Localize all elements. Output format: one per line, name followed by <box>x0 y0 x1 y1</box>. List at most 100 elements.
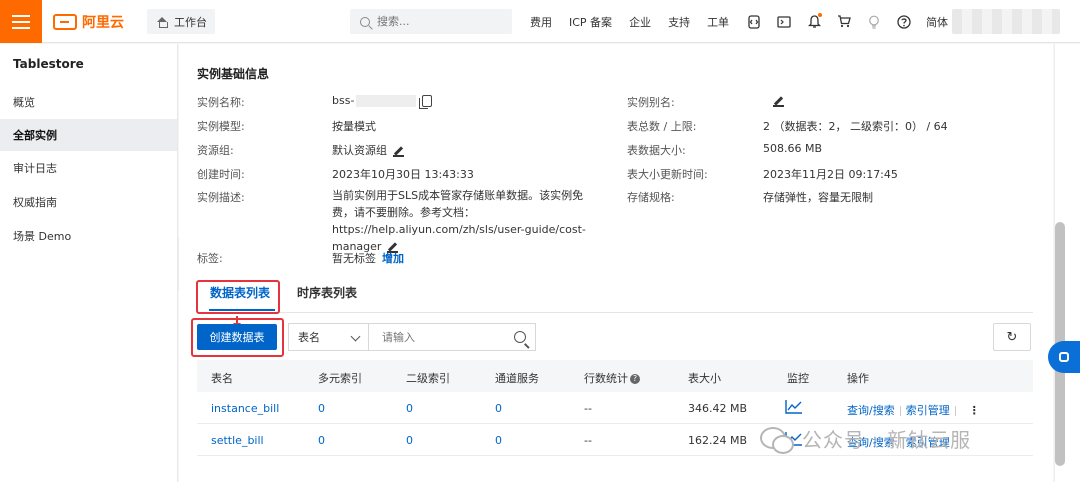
lightbulb-icon[interactable] <box>866 14 882 30</box>
column-header: 操作 <box>847 372 869 385</box>
filter-search[interactable] <box>368 323 536 351</box>
watermark-text: 公众号 · 新钛云服 <box>802 428 972 452</box>
tags-label: 标签: <box>197 252 223 265</box>
row-actions: 查询/搜索 索引管理 ⋮ <box>847 402 980 418</box>
assistant-icon <box>1059 352 1069 362</box>
tags-value: 暂无标签 增加 <box>332 250 404 266</box>
search-index-count[interactable]: 0 <box>318 434 325 447</box>
refresh-button[interactable]: ↻ <box>993 323 1031 351</box>
table-name-link[interactable]: instance_bill <box>211 402 279 415</box>
wechat-icon <box>760 425 794 454</box>
sidebar-item-demo[interactable]: 场景 Demo <box>0 220 177 252</box>
global-search[interactable] <box>350 9 512 34</box>
notification-dot <box>818 12 823 17</box>
highlight-box-tab <box>196 280 280 314</box>
query-search-link[interactable]: 查询/搜索 <box>847 404 895 417</box>
search-index-count[interactable]: 0 <box>318 402 325 415</box>
description-value: 当前实例用于SLS成本管家存储账单数据。该实例免费，请不要删除。参考文档：htt… <box>332 187 602 255</box>
sidebar-item-label: 全部实例 <box>13 129 57 142</box>
instance-name-text: bss- <box>332 94 355 107</box>
nav-ticket[interactable]: 工单 <box>707 14 729 30</box>
table-row: instance_bill 0 0 0 -- 346.42 MB 查询/搜索 索引… <box>197 392 1033 424</box>
nav-support[interactable]: 支持 <box>668 14 690 30</box>
sidebar: Tablestore 概览 全部实例 审计日志 权威指南 场景 Demo <box>0 44 178 482</box>
tags-empty-text: 暂无标签 <box>332 252 376 265</box>
logo-icon <box>53 14 77 30</box>
search-icon[interactable] <box>514 331 526 343</box>
redacted-text <box>356 95 417 107</box>
terminal-icon[interactable] <box>776 14 792 30</box>
sidebar-item-label: 概览 <box>13 96 35 109</box>
highlight-box-create <box>191 318 284 357</box>
floating-assistant-button[interactable] <box>1048 341 1080 373</box>
table-size: 346.42 MB <box>688 402 748 415</box>
created-time-label: 创建时间: <box>197 168 245 181</box>
sidebar-item-audit-log[interactable]: 审计日志 <box>0 152 177 184</box>
bell-icon[interactable] <box>806 12 823 30</box>
search-input[interactable] <box>377 15 497 28</box>
row-count: -- <box>584 402 592 415</box>
workbench-button[interactable]: 工作台 <box>147 9 215 34</box>
language-switch[interactable]: 简体 <box>926 14 948 30</box>
description-text: 当前实例用于SLS成本管家存储账单数据。该实例免费，请不要删除。参考文档：htt… <box>332 189 586 253</box>
secondary-index-count[interactable]: 0 <box>406 402 413 415</box>
action-separator <box>899 406 901 416</box>
sidebar-item-all-instances[interactable]: 全部实例 <box>0 119 177 151</box>
tabs-divider <box>197 312 1033 313</box>
data-size-value: 508.66 MB <box>763 142 823 155</box>
tab-timeseries-tables[interactable]: 时序表列表 <box>297 284 357 301</box>
filter-field-value: 表名 <box>298 331 320 344</box>
top-bar: 阿里云 工作台 费用 ICP 备案 企业 支持 工单 简体 <box>0 0 1080 43</box>
user-profile[interactable] <box>952 9 1060 34</box>
table-count-label: 表总数 / 上限: <box>627 120 697 133</box>
created-time-value: 2023年10月30日 13:43:33 <box>332 168 474 181</box>
storage-label: 存储规格: <box>627 191 675 204</box>
column-header-label: 行数统计 <box>584 372 628 385</box>
edit-icon[interactable] <box>393 146 404 157</box>
column-header: 多元索引 <box>318 372 362 385</box>
code-icon[interactable] <box>746 14 762 30</box>
menu-icon[interactable] <box>0 0 42 43</box>
column-header: 通道服务 <box>495 372 539 385</box>
table-size: 162.24 MB <box>688 434 748 447</box>
top-nav: 费用 ICP 备案 企业 支持 工单 简体 <box>530 0 965 43</box>
copy-icon[interactable] <box>419 95 433 109</box>
secondary-index-count[interactable]: 0 <box>406 434 413 447</box>
table-name-link[interactable]: settle_bill <box>211 434 264 447</box>
help-icon[interactable]: ? <box>630 374 640 384</box>
help-icon[interactable] <box>896 14 912 30</box>
sidebar-item-overview[interactable]: 概览 <box>0 86 177 118</box>
monitor-chart-icon[interactable] <box>785 399 803 414</box>
column-header: 表名 <box>211 372 233 385</box>
nav-billing[interactable]: 费用 <box>530 14 552 30</box>
aliyun-logo[interactable]: 阿里云 <box>53 12 124 32</box>
data-size-label: 表数据大小: <box>627 144 686 157</box>
instance-name-label: 实例名称: <box>197 96 245 109</box>
column-header: 监控 <box>787 372 809 385</box>
size-updated-label: 表大小更新时间: <box>627 168 708 181</box>
index-manage-link[interactable]: 索引管理 <box>906 404 950 417</box>
tunnel-count[interactable]: 0 <box>495 434 502 447</box>
column-header: 二级索引 <box>406 372 450 385</box>
sidebar-item-guide[interactable]: 权威指南 <box>0 186 177 218</box>
table-header: 表名 多元索引 二级索引 通道服务 行数统计? 表大小 监控 操作 <box>197 360 1033 392</box>
workbench-label: 工作台 <box>174 15 207 29</box>
nav-enterprise[interactable]: 企业 <box>629 14 651 30</box>
size-updated-value: 2023年11月2日 09:17:45 <box>763 168 898 181</box>
refresh-icon: ↻ <box>1006 329 1018 345</box>
filter-input[interactable] <box>382 330 502 344</box>
more-actions-icon[interactable]: ⋮ <box>969 404 980 417</box>
add-tag-link[interactable]: 增加 <box>382 252 404 265</box>
logo-text: 阿里云 <box>82 15 124 31</box>
action-separator <box>954 406 956 416</box>
cart-icon[interactable] <box>836 14 852 30</box>
tunnel-count[interactable]: 0 <box>495 402 502 415</box>
instance-model-label: 实例模型: <box>197 120 245 133</box>
instance-name-value: bss- <box>332 94 433 109</box>
watermark: 公众号 · 新钛云服 <box>760 424 972 454</box>
alias-label: 实例别名: <box>627 96 675 109</box>
nav-icp[interactable]: ICP 备案 <box>569 14 612 30</box>
edit-icon[interactable] <box>773 96 784 107</box>
column-header: 行数统计? <box>584 370 640 386</box>
filter-field-select[interactable]: 表名 <box>288 323 368 351</box>
